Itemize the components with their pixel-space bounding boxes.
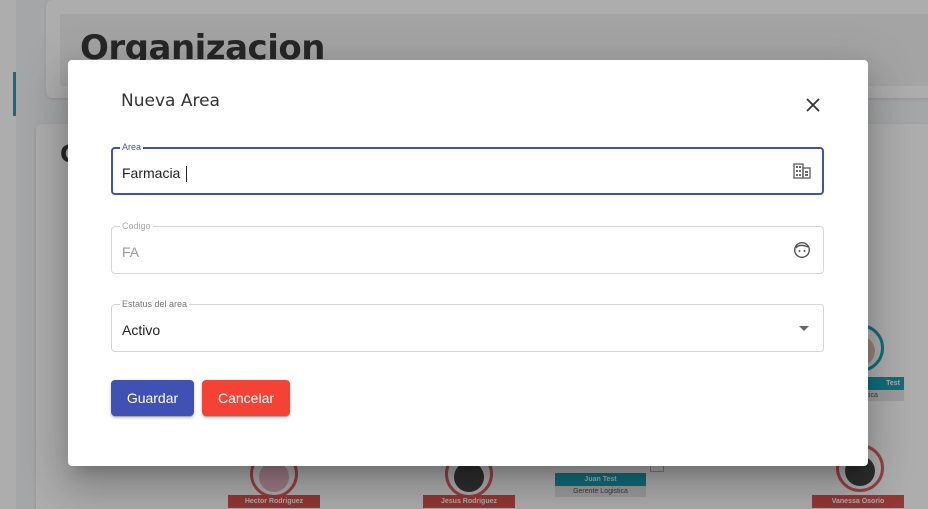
dropdown-arrow-icon[interactable] <box>799 326 809 331</box>
area-field-label: Area <box>120 141 144 153</box>
area-field[interactable]: Area <box>111 141 824 195</box>
building-icon <box>793 163 811 179</box>
close-button[interactable] <box>801 93 825 117</box>
dialog-title: Nueva Area <box>121 91 220 111</box>
face-icon <box>793 241 811 259</box>
area-input[interactable] <box>122 164 762 182</box>
codigo-field: Codigo <box>111 220 824 274</box>
close-icon <box>806 98 820 112</box>
codigo-field-label: Codigo <box>120 220 153 232</box>
estatus-select[interactable]: Estatus del area Activo <box>111 298 824 352</box>
estatus-field-label: Estatus del area <box>120 298 190 310</box>
new-area-dialog: Nueva Area Area Codigo Estatus d <box>68 60 868 466</box>
codigo-input <box>122 243 762 261</box>
estatus-selected-value: Activo <box>122 322 161 338</box>
cancel-button[interactable]: Cancelar <box>202 380 290 416</box>
text-cursor <box>186 166 187 182</box>
save-button[interactable]: Guardar <box>111 380 194 416</box>
